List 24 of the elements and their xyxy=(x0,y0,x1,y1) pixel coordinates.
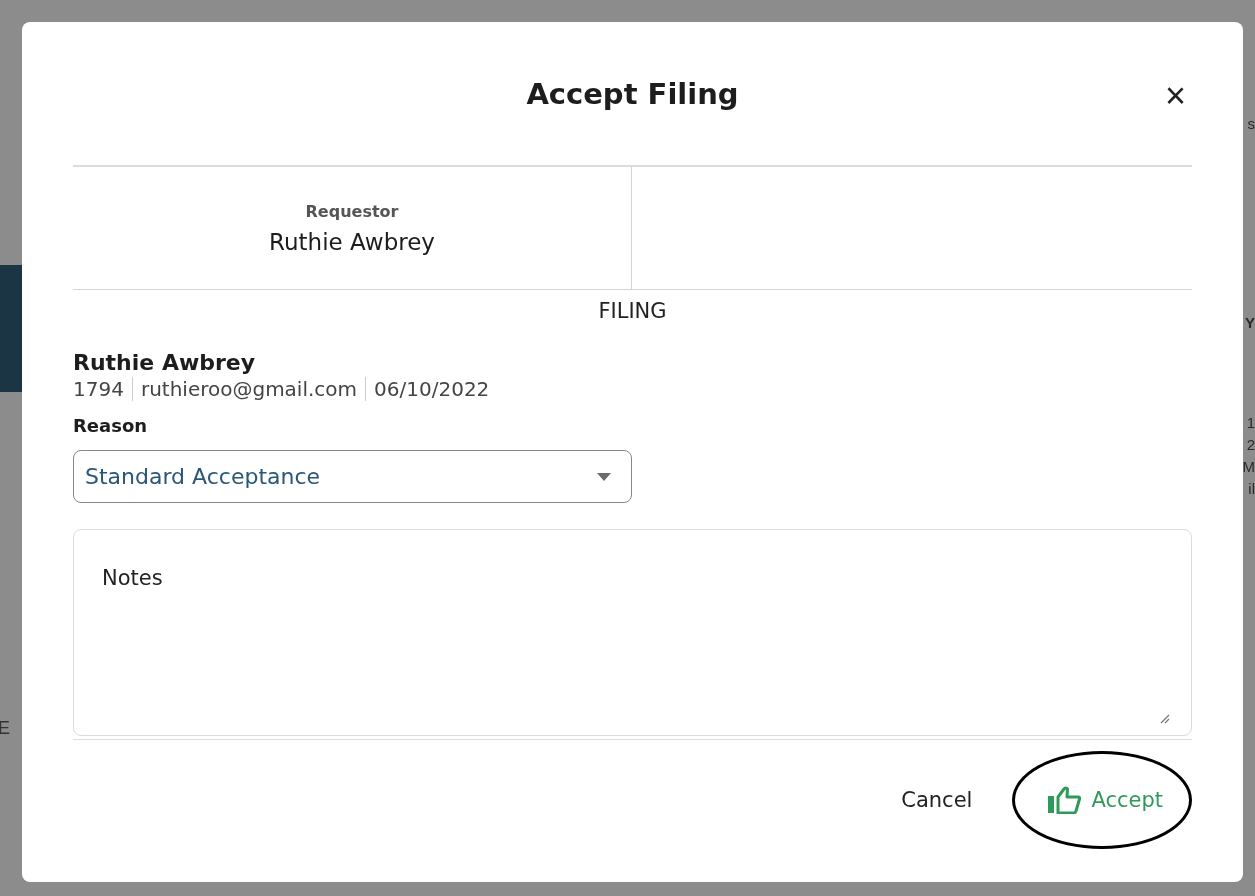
dialog-title: Accept Filing xyxy=(526,76,739,111)
section-heading: FILING xyxy=(597,298,668,325)
cancel-button[interactable]: Cancel xyxy=(891,778,983,822)
cut-text: Y xyxy=(1245,313,1255,333)
reason-label: Reason xyxy=(73,415,149,436)
filer-detail: 1794 xyxy=(73,377,125,401)
reason-dropdown[interactable]: Standard Acceptance xyxy=(73,450,632,503)
close-button[interactable]: × xyxy=(1160,78,1190,114)
cut-text: 2 xyxy=(1246,435,1255,455)
notes-field[interactable]: Notes xyxy=(73,529,1192,736)
resize-handle-icon[interactable] xyxy=(1160,714,1170,724)
cut-text: s xyxy=(1247,114,1255,134)
cut-text: 1 xyxy=(1246,413,1255,433)
cut-text: E xyxy=(0,717,11,739)
caret-icon xyxy=(597,472,611,481)
requestor-name: Ruthie Awbrey xyxy=(269,228,435,255)
filer-detail: 06/10/2022 xyxy=(365,377,498,401)
cut-text: il xyxy=(1248,479,1255,499)
accept-button[interactable]: Accept xyxy=(1012,751,1192,849)
filer-name: Ruthie Awbrey xyxy=(73,350,257,375)
cut-text: M xyxy=(1242,457,1255,477)
requestor-label: Requestor xyxy=(305,201,399,221)
filer-detail: ruthieroo@gmail.com xyxy=(131,377,366,401)
thumbs-up-icon xyxy=(1047,786,1082,814)
